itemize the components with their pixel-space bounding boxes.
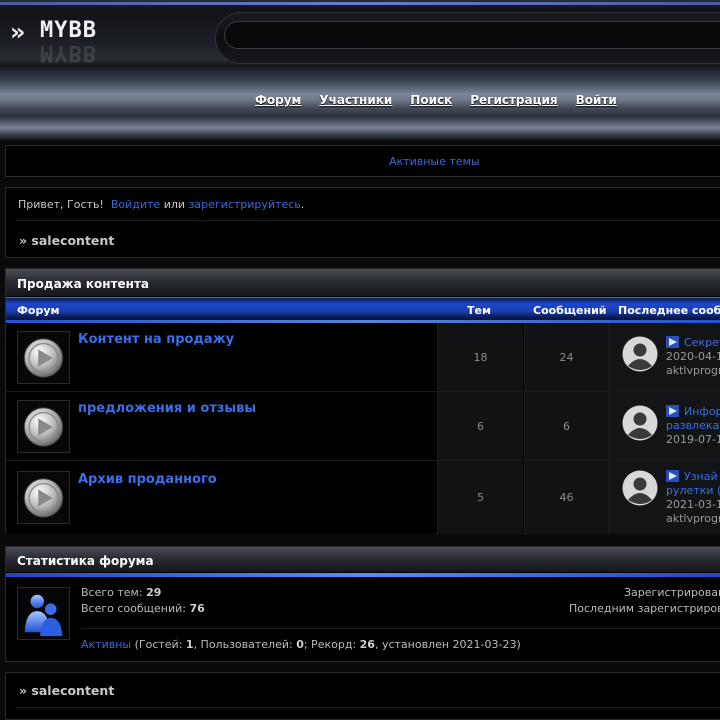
last-post-link-cont[interactable]: рулетки ( bbox=[666, 484, 720, 497]
category-table: Продажа контента Форум Тем Сообщений Пос… bbox=[5, 268, 720, 534]
logo-arrows-icon[interactable]: » bbox=[10, 18, 25, 46]
forum-link[interactable]: предложения и отзывы bbox=[78, 401, 256, 416]
last-post-arrow-icon bbox=[666, 405, 679, 417]
online-info: Активны (Гостей: 1, Пользователей: 0; Ре… bbox=[81, 638, 521, 651]
menu-search-link[interactable]: Поиск bbox=[410, 93, 452, 107]
total-posts-value: 76 bbox=[189, 602, 205, 615]
total-posts: Всего сообщений: 76 bbox=[81, 602, 205, 615]
forum-link[interactable]: Контент на продажу bbox=[78, 332, 234, 347]
or-text: или bbox=[163, 198, 186, 211]
divider bbox=[81, 628, 720, 629]
greeting-text: Привет, Гость! bbox=[18, 198, 104, 211]
last-post-link[interactable]: Инфор bbox=[666, 405, 720, 418]
welcome-message: Привет, Гость! Войдите или зарегистрируй… bbox=[18, 198, 304, 211]
last-registered: Последним зарегистриров bbox=[569, 602, 720, 615]
default-avatar-icon[interactable] bbox=[622, 405, 658, 441]
welcome-box: Привет, Гость! Войдите или зарегистрируй… bbox=[5, 187, 720, 258]
post-count: 46 bbox=[559, 491, 574, 504]
forum-play-icon bbox=[17, 471, 70, 524]
stats-header[interactable]: Статистика форума bbox=[6, 547, 720, 573]
column-threads: Тем bbox=[467, 304, 491, 317]
forum-play-icon bbox=[17, 331, 70, 384]
header-search-panel bbox=[215, 12, 720, 64]
forum-link[interactable]: Архив проданного bbox=[78, 472, 217, 487]
site-logo-reflection: MYBB bbox=[40, 40, 97, 65]
last-post-info: Инфор развлекат 2019-07-1 bbox=[666, 405, 720, 447]
stats-header-underline bbox=[6, 573, 720, 577]
active-topics-link[interactable]: Активные темы bbox=[389, 155, 480, 168]
breadcrumb[interactable]: » salecontent bbox=[19, 233, 114, 248]
divider bbox=[16, 220, 720, 221]
category-header[interactable]: Продажа контента bbox=[6, 269, 720, 297]
total-topics-value: 29 bbox=[146, 586, 162, 599]
last-post-link[interactable]: Узнай bbox=[666, 470, 718, 483]
post-count: 24 bbox=[559, 351, 574, 364]
forum-stats: Статистика форума Всего тем: 29 Всего со… bbox=[5, 546, 720, 662]
post-count: 6 bbox=[563, 420, 570, 433]
active-topics-bar: Активные темы bbox=[5, 145, 720, 177]
default-avatar-icon[interactable] bbox=[622, 470, 658, 506]
stats-users-icon bbox=[17, 587, 70, 640]
active-users-link[interactable]: Активны bbox=[81, 638, 131, 651]
category-title[interactable]: Продажа контента bbox=[17, 277, 149, 291]
menu-members-link[interactable]: Участники bbox=[319, 93, 392, 107]
column-forum: Форум bbox=[17, 304, 60, 317]
last-post-arrow-icon bbox=[666, 470, 679, 482]
menu-login-link[interactable]: Войти bbox=[576, 93, 617, 107]
main-menu: Форум Участники Поиск Регистрация Войти bbox=[255, 93, 617, 107]
total-topics: Всего тем: 29 bbox=[81, 586, 162, 599]
thread-count: 5 bbox=[477, 491, 484, 504]
period-text: . bbox=[300, 198, 305, 211]
divider bbox=[16, 707, 720, 708]
thread-count: 6 bbox=[477, 420, 484, 433]
forum-play-icon bbox=[17, 400, 70, 453]
last-post-date: 2021-03-1 bbox=[666, 498, 720, 511]
last-post-link-cont[interactable]: развлекат bbox=[666, 419, 720, 432]
column-posts: Сообщений bbox=[533, 304, 607, 317]
stats-title[interactable]: Статистика форума bbox=[17, 554, 154, 568]
last-post-info: Секрет 2020-04-1 aktlvprogr bbox=[666, 336, 720, 378]
last-post-info: Узнай рулетки ( 2021-03-1 aktlvprogr bbox=[666, 470, 720, 526]
last-post-user[interactable]: aktlvprogr bbox=[666, 512, 720, 526]
forum-row: Архив проданного 5 46 Узнай рулетки ( 20… bbox=[6, 461, 720, 534]
last-post-date: 2020-04-1 bbox=[666, 350, 720, 363]
site-header: » MYBB MYBB Форум Участники Поиск Регист… bbox=[0, 0, 720, 140]
column-last-post: Последнее сооб bbox=[618, 304, 720, 317]
thread-count: 18 bbox=[473, 351, 488, 364]
register-link[interactable]: зарегистрируйтесь bbox=[189, 198, 301, 211]
footer-breadcrumb-box: » salecontent bbox=[5, 672, 720, 720]
last-post-arrow-icon bbox=[666, 336, 679, 348]
last-post-user[interactable]: aktlvprogr bbox=[666, 364, 720, 378]
login-link[interactable]: Войдите bbox=[111, 198, 160, 211]
last-post-date: 2019-07-1 bbox=[666, 433, 720, 446]
registered-count: Зарегистрирован bbox=[624, 586, 720, 599]
last-post-link[interactable]: Секрет bbox=[666, 336, 720, 349]
forum-row: предложения и отзывы 6 6 Инфор развлекат… bbox=[6, 392, 720, 461]
default-avatar-icon[interactable] bbox=[622, 336, 658, 372]
forum-row: Контент на продажу 18 24 Секрет 2020-04-… bbox=[6, 323, 720, 392]
menu-forum-link[interactable]: Форум bbox=[255, 93, 301, 107]
menu-register-link[interactable]: Регистрация bbox=[470, 93, 557, 107]
column-headers: Форум Тем Сообщений Последнее сооб bbox=[6, 297, 720, 323]
header-top-line bbox=[0, 2, 720, 5]
footer-breadcrumb[interactable]: » salecontent bbox=[19, 683, 114, 698]
